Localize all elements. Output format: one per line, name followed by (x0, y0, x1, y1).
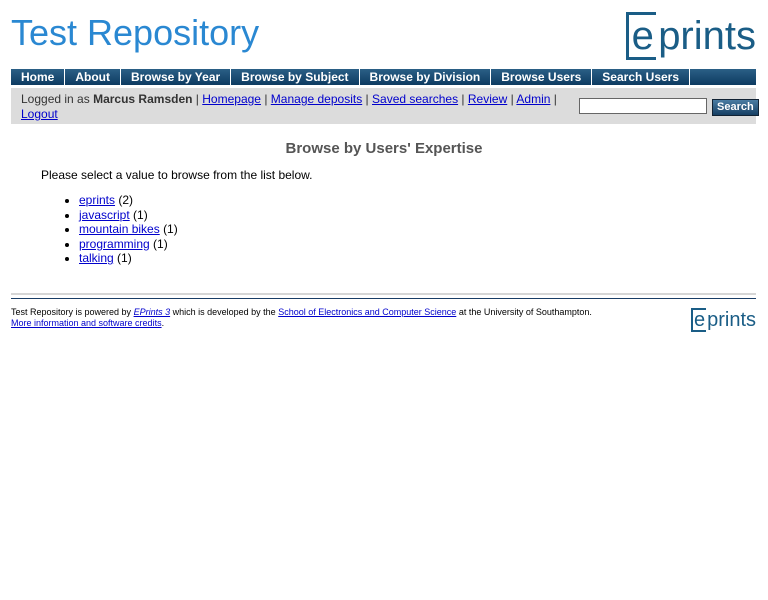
menu-browse-users[interactable]: Browse Users (491, 69, 593, 85)
logo-e-mark: e (626, 12, 657, 60)
list-item: mountain bikes (1) (79, 222, 178, 237)
footer-text: Test Repository is powered by EPrints 3 … (11, 307, 592, 329)
value-link-javascript[interactable]: javascript (79, 208, 130, 222)
menu-search-users[interactable]: Search Users (592, 69, 691, 85)
menu-home[interactable]: Home (11, 69, 66, 85)
value-count: (1) (163, 222, 178, 236)
separator: | (365, 92, 369, 106)
separator: | (195, 92, 199, 106)
intro-text: Please select a value to browse from the… (41, 168, 313, 182)
credits-link[interactable]: More information and software credits (11, 318, 162, 328)
footer-text-part: Test Repository is powered by (11, 307, 132, 317)
login-bar: Logged in as Marcus Ramsden | Homepage |… (11, 88, 759, 124)
value-count: (1) (117, 251, 132, 265)
menu-browse-by-division[interactable]: Browse by Division (360, 69, 492, 85)
footer-divider (11, 293, 756, 295)
login-line: Logged in as Marcus Ramsden | Homepage |… (21, 92, 557, 106)
footer-text-part: which is developed by the (172, 307, 276, 317)
value-link-programming[interactable]: programming (79, 237, 150, 251)
logout-link[interactable]: Logout (21, 107, 58, 121)
eprints-logo[interactable]: e prints (626, 12, 756, 60)
menu-browse-by-year[interactable]: Browse by Year (121, 69, 232, 85)
logo-text: prints (707, 309, 756, 331)
list-item: talking (1) (79, 251, 178, 266)
separator: | (510, 92, 514, 106)
logged-in-user: Marcus Ramsden (93, 92, 193, 106)
value-link-mountain-bikes[interactable]: mountain bikes (79, 222, 160, 236)
value-link-talking[interactable]: talking (79, 251, 114, 265)
list-item: eprints (2) (79, 193, 178, 208)
value-list: eprints (2) javascript (1) mountain bike… (62, 193, 178, 266)
homepage-link[interactable]: Homepage (202, 92, 261, 106)
saved-searches-link[interactable]: Saved searches (372, 92, 458, 106)
value-link-eprints[interactable]: eprints (79, 193, 115, 207)
logo-e-mark: e (691, 308, 707, 332)
separator: | (264, 92, 268, 106)
header: Test Repository e prints (0, 0, 768, 68)
manage-deposits-link[interactable]: Manage deposits (271, 92, 362, 106)
value-count: (1) (153, 236, 168, 251)
main-menu: Home About Browse by Year Browse by Subj… (11, 69, 756, 85)
value-count: (1) (133, 207, 148, 222)
logout-line: Logout (21, 107, 58, 121)
value-count: (2) (118, 193, 134, 207)
admin-link[interactable]: Admin (516, 92, 550, 106)
footer-eprints-logo[interactable]: e prints (691, 308, 756, 332)
search-input[interactable] (579, 98, 707, 114)
menu-about[interactable]: About (65, 69, 121, 85)
site-title[interactable]: Test Repository (11, 12, 259, 54)
logged-in-prefix: Logged in as (21, 92, 90, 106)
page-title: Browse by Users' Expertise (285, 140, 483, 157)
ecs-link[interactable]: School of Electronics and Computer Scien… (278, 307, 456, 317)
separator: | (553, 92, 557, 106)
logo-text: prints (658, 14, 756, 58)
eprints3-link[interactable]: EPrints 3 (134, 307, 171, 317)
footer-text-part: at the University of Southampton. (458, 307, 592, 317)
list-item: javascript (1) (79, 208, 178, 223)
separator: | (461, 92, 465, 106)
menu-browse-by-subject[interactable]: Browse by Subject (231, 69, 360, 85)
footer-divider-line (11, 298, 756, 299)
footer-text-part: . (161, 318, 165, 328)
review-link[interactable]: Review (468, 92, 507, 106)
list-item: programming (1) (79, 237, 178, 252)
search-button[interactable]: Search (712, 99, 759, 116)
